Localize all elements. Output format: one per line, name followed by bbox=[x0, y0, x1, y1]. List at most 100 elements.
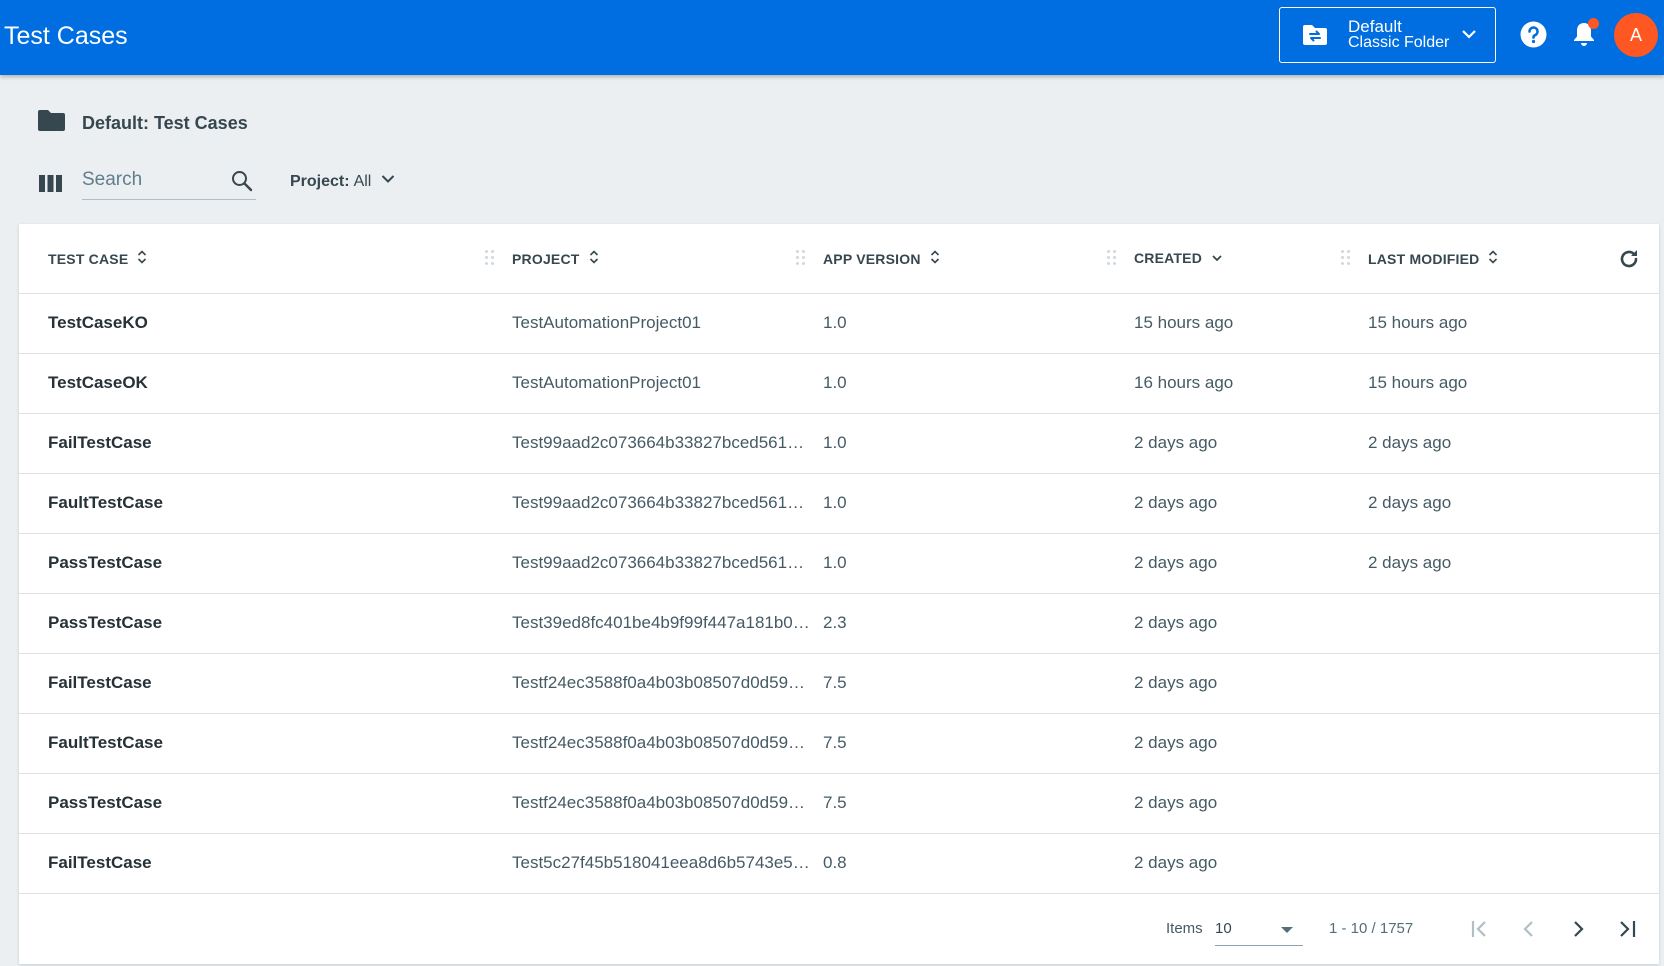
folder-switch-button[interactable]: Default Classic Folder bbox=[1279, 7, 1496, 63]
created-time: 16 hours ago bbox=[1134, 373, 1234, 392]
sort-icon bbox=[137, 250, 147, 267]
search-icon[interactable] bbox=[231, 170, 253, 197]
table-row[interactable]: FailTestCase Test99aad2c073664b33827bced… bbox=[19, 414, 1659, 474]
column-resize-handle[interactable] bbox=[485, 248, 495, 268]
created-time: 2 days ago bbox=[1134, 613, 1218, 632]
page-range: 1 - 10 / 1757 bbox=[1329, 920, 1414, 937]
column-header-last-modified[interactable]: LAST MODIFIED bbox=[1368, 250, 1498, 267]
app-version: 1.0 bbox=[823, 433, 847, 452]
column-label: TEST CASE bbox=[48, 250, 129, 267]
table-row[interactable]: PassTestCase Testf24ec3588f0a4b03b08507d… bbox=[19, 774, 1659, 834]
created-time: 2 days ago bbox=[1134, 493, 1218, 512]
search-input[interactable] bbox=[82, 166, 222, 194]
prev-page-icon[interactable] bbox=[1512, 912, 1546, 946]
next-page-icon[interactable] bbox=[1561, 912, 1595, 946]
sort-icon bbox=[1488, 250, 1498, 267]
last-modified-time: 15 hours ago bbox=[1368, 373, 1468, 392]
project-name: Testf24ec3588f0a4b03b08507d0d59e… bbox=[512, 793, 812, 812]
column-label: PROJECT bbox=[512, 250, 580, 267]
folder-icon bbox=[38, 110, 65, 136]
folder-switch-icon bbox=[1302, 24, 1328, 46]
test-case-name[interactable]: TestCaseOK bbox=[48, 373, 468, 393]
column-label: CREATED bbox=[1134, 250, 1203, 266]
created-time: 2 days ago bbox=[1134, 673, 1218, 692]
avatar[interactable]: A bbox=[1614, 13, 1658, 57]
column-header-app-version[interactable]: APP VERSION bbox=[823, 250, 940, 267]
column-resize-handle[interactable] bbox=[1341, 248, 1351, 268]
table-row[interactable]: FaultTestCase Testf24ec3588f0a4b03b08507… bbox=[19, 714, 1659, 774]
test-case-name[interactable]: TestCaseKO bbox=[48, 313, 468, 333]
last-modified-time: 2 days ago bbox=[1368, 433, 1452, 452]
table-row[interactable]: TestCaseOK TestAutomationProject01 1.0 1… bbox=[19, 354, 1659, 414]
chevron-down-icon bbox=[1461, 26, 1477, 47]
project-name: Test99aad2c073664b33827bced5615… bbox=[512, 493, 812, 512]
help-icon[interactable] bbox=[1520, 21, 1547, 48]
first-page-icon[interactable] bbox=[1463, 912, 1497, 946]
project-name: Test39ed8fc401be4b9f99f447a181b0… bbox=[512, 613, 810, 632]
created-time: 2 days ago bbox=[1134, 853, 1218, 872]
table-row[interactable]: FaultTestCase Test99aad2c073664b33827bce… bbox=[19, 474, 1659, 534]
column-header-created[interactable]: CREATED bbox=[1134, 250, 1223, 266]
caret-down-icon bbox=[1281, 927, 1293, 933]
project-name: Testf24ec3588f0a4b03b08507d0d59e… bbox=[512, 733, 812, 752]
folder-name: Default bbox=[1348, 17, 1402, 36]
project-name: Test99aad2c073664b33827bced5615… bbox=[512, 433, 812, 452]
columns-icon[interactable] bbox=[39, 175, 62, 192]
column-label: APP VERSION bbox=[823, 250, 921, 267]
folder-type: Classic Folder bbox=[1348, 34, 1450, 51]
breadcrumb: Default: Test Cases bbox=[38, 110, 248, 136]
test-case-name[interactable]: FailTestCase bbox=[48, 673, 468, 693]
last-modified-time: 2 days ago bbox=[1368, 553, 1452, 572]
table-row[interactable]: TestCaseKO TestAutomationProject01 1.0 1… bbox=[19, 294, 1659, 354]
table-row[interactable]: FailTestCase Test5c27f45b518041eea8d6b57… bbox=[19, 834, 1659, 894]
page-title: Default: Test Cases bbox=[82, 112, 248, 133]
test-case-name[interactable]: PassTestCase bbox=[48, 553, 468, 573]
search-field bbox=[82, 162, 256, 200]
sort-icon bbox=[930, 250, 940, 267]
test-case-name[interactable]: FaultTestCase bbox=[48, 493, 468, 513]
test-case-name[interactable]: FaultTestCase bbox=[48, 733, 468, 753]
last-modified-time: 2 days ago bbox=[1368, 493, 1452, 512]
app-version: 7.5 bbox=[823, 673, 847, 692]
items-per-page-value: 10 bbox=[1215, 920, 1232, 937]
pagination-bar: Items 10 1 - 10 / 1757 bbox=[19, 894, 1659, 964]
column-resize-handle[interactable] bbox=[1107, 248, 1117, 268]
project-filter-label: Project: bbox=[290, 172, 350, 190]
project-name: Test5c27f45b518041eea8d6b5743e5f… bbox=[512, 853, 812, 872]
table-header: TEST CASE PROJECT APP VERSION CREATED LA… bbox=[19, 224, 1659, 294]
test-cases-table: TEST CASE PROJECT APP VERSION CREATED LA… bbox=[19, 224, 1659, 964]
created-time: 2 days ago bbox=[1134, 733, 1218, 752]
project-filter-value: All bbox=[353, 172, 372, 190]
app-version: 2.3 bbox=[823, 613, 847, 632]
project-filter-dropdown[interactable]: Project: All bbox=[290, 172, 395, 191]
project-name: TestAutomationProject01 bbox=[512, 373, 701, 392]
test-case-name[interactable]: FailTestCase bbox=[48, 853, 468, 873]
app-version: 1.0 bbox=[823, 493, 847, 512]
test-case-name[interactable]: PassTestCase bbox=[48, 793, 468, 813]
table-row[interactable]: FailTestCase Testf24ec3588f0a4b03b08507d… bbox=[19, 654, 1659, 714]
test-case-name[interactable]: FailTestCase bbox=[48, 433, 468, 453]
refresh-icon[interactable] bbox=[1617, 247, 1641, 271]
column-header-project[interactable]: PROJECT bbox=[512, 250, 599, 267]
column-header-test-case[interactable]: TEST CASE bbox=[48, 250, 147, 267]
table-row[interactable]: PassTestCase Test39ed8fc401be4b9f99f447a… bbox=[19, 594, 1659, 654]
created-time: 2 days ago bbox=[1134, 553, 1218, 572]
test-case-name[interactable]: PassTestCase bbox=[48, 613, 468, 633]
notification-badge bbox=[1588, 18, 1599, 29]
app-version: 1.0 bbox=[823, 553, 847, 572]
chevron-down-icon bbox=[381, 172, 395, 191]
sort-descending-icon bbox=[1211, 250, 1223, 266]
column-resize-handle[interactable] bbox=[796, 248, 806, 268]
created-time: 2 days ago bbox=[1134, 793, 1218, 812]
app-version: 0.8 bbox=[823, 853, 847, 872]
items-per-page-select[interactable]: 10 bbox=[1215, 914, 1303, 946]
app-version: 1.0 bbox=[823, 373, 847, 392]
created-time: 2 days ago bbox=[1134, 433, 1218, 452]
top-bar: Test Cases Default Classic Folder A bbox=[0, 0, 1664, 75]
table-row[interactable]: PassTestCase Test99aad2c073664b33827bced… bbox=[19, 534, 1659, 594]
last-page-icon[interactable] bbox=[1610, 912, 1644, 946]
app-version: 1.0 bbox=[823, 313, 847, 332]
app-title: Test Cases bbox=[4, 22, 128, 50]
project-name: Testf24ec3588f0a4b03b08507d0d59e… bbox=[512, 673, 812, 692]
column-label: LAST MODIFIED bbox=[1368, 250, 1480, 267]
